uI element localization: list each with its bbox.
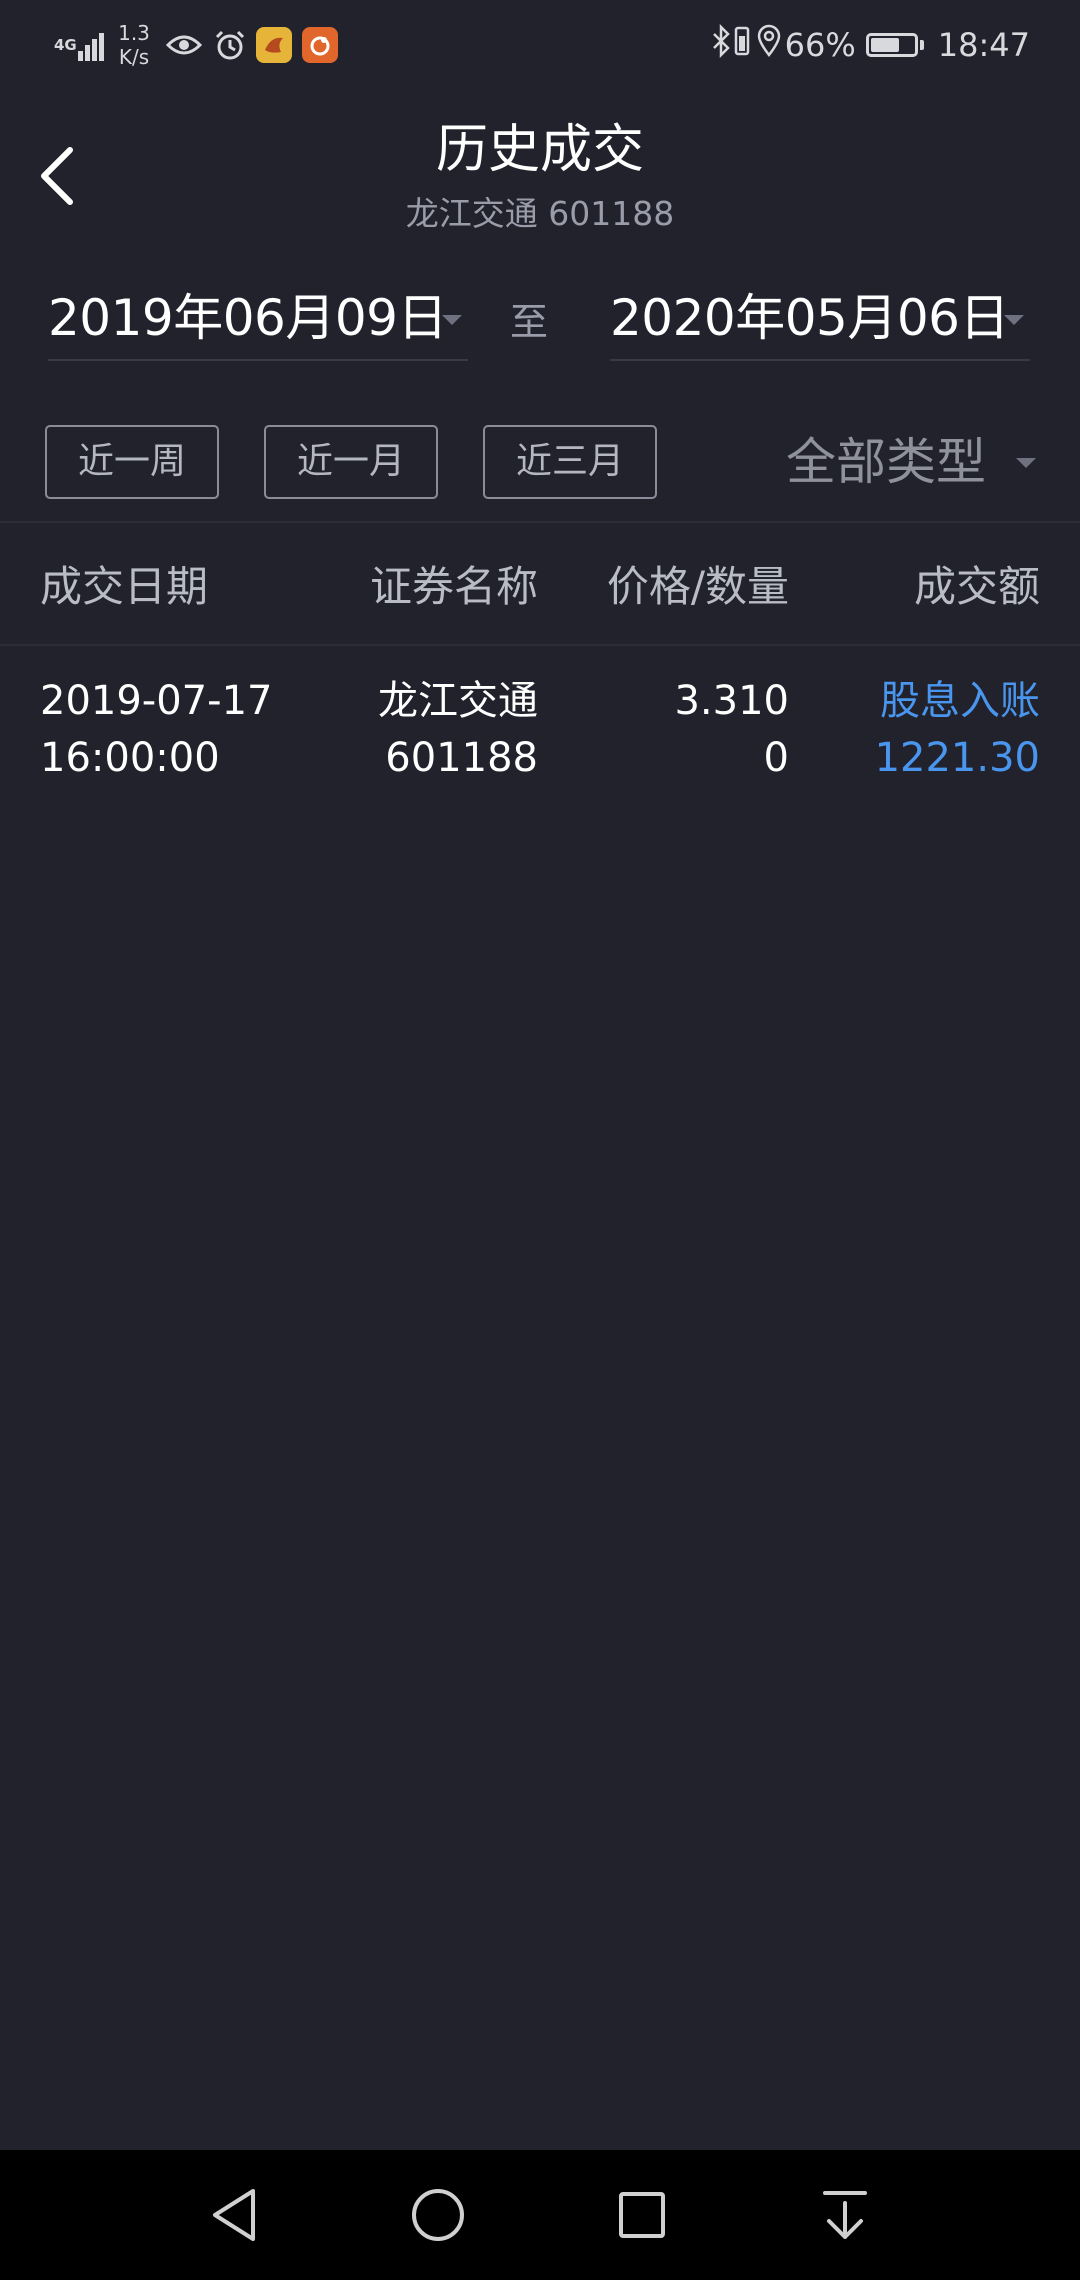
network-type: 4G [54,35,77,54]
row-security-code: 601188 [385,735,538,781]
nav-notification-button[interactable] [810,2180,880,2250]
column-header-amount: 成交额 [913,562,1040,611]
uc-browser-icon [302,27,338,63]
filter-last-week-button[interactable]: 近一周 [45,425,219,499]
start-date-value: 2019年06月09日 [48,289,448,347]
page-subtitle: 龙江交通 601188 [405,194,675,233]
net-speed-unit: K/s [118,45,150,69]
column-header-date: 成交日期 [40,562,209,611]
net-speed: 1.3 K/s [114,21,154,69]
table-row[interactable]: 2019-07-17 16:00:00 龙江交通 601188 3.310 0 … [0,670,1080,800]
row-quantity: 0 [763,735,789,781]
circle-home-icon [412,2189,464,2241]
row-security-name: 龙江交通 [378,678,538,724]
app-notification-icon [256,27,292,63]
page-title: 历史成交 [435,120,644,180]
column-header-name: 证券名称 [369,562,538,611]
vibrate-battery-icon [733,24,751,66]
download-arrow-icon [823,2191,867,2239]
row-price: 3.310 [674,678,789,724]
battery-percent: 66% [784,26,856,64]
divider [0,521,1080,523]
row-trade-type: 股息入账 [880,678,1040,724]
square-recent-icon [619,2192,665,2238]
eye-icon [166,32,202,58]
status-left: 4G 1.3 K/s [54,20,338,70]
chevron-down-icon [1004,315,1024,325]
nav-back-button[interactable] [200,2180,270,2250]
battery-icon [865,33,918,57]
battery-fill [870,38,899,52]
start-date-picker[interactable]: 2019年06月09日 [48,285,468,361]
chevron-down-icon [442,315,462,325]
nav-recent-button[interactable] [607,2180,677,2250]
status-bar: 4G 1.3 K/s 66% 18:47 [0,0,1080,90]
date-separator: 至 [510,300,549,344]
triangle-back-icon [213,2189,255,2241]
column-header-price-quantity: 价格/数量 [606,562,789,611]
row-time: 16:00:00 [40,735,220,781]
system-nav-bar [0,2150,1080,2280]
type-select-label: 全部类型 [786,433,986,491]
chevron-down-icon [1016,458,1036,468]
battery-tip [919,40,924,50]
end-date-picker[interactable]: 2020年05月06日 [610,285,1030,361]
nav-home-button[interactable] [403,2180,473,2250]
row-amount: 1221.30 [874,735,1040,781]
type-select-dropdown[interactable]: 全部类型 [760,425,1050,499]
divider [0,644,1080,646]
clock: 18:47 [937,26,1030,64]
filter-last-month-button[interactable]: 近一月 [264,425,438,499]
alarm-icon [214,29,246,61]
filter-last-three-months-button[interactable]: 近三月 [483,425,657,499]
location-icon [757,24,781,66]
end-date-value: 2020年05月06日 [610,289,1010,347]
net-speed-value: 1.3 [118,21,150,45]
status-right: 66% 18:47 [711,20,1030,70]
bluetooth-icon [711,23,733,66]
signal-icon [78,29,106,61]
row-date: 2019-07-17 [40,678,273,724]
